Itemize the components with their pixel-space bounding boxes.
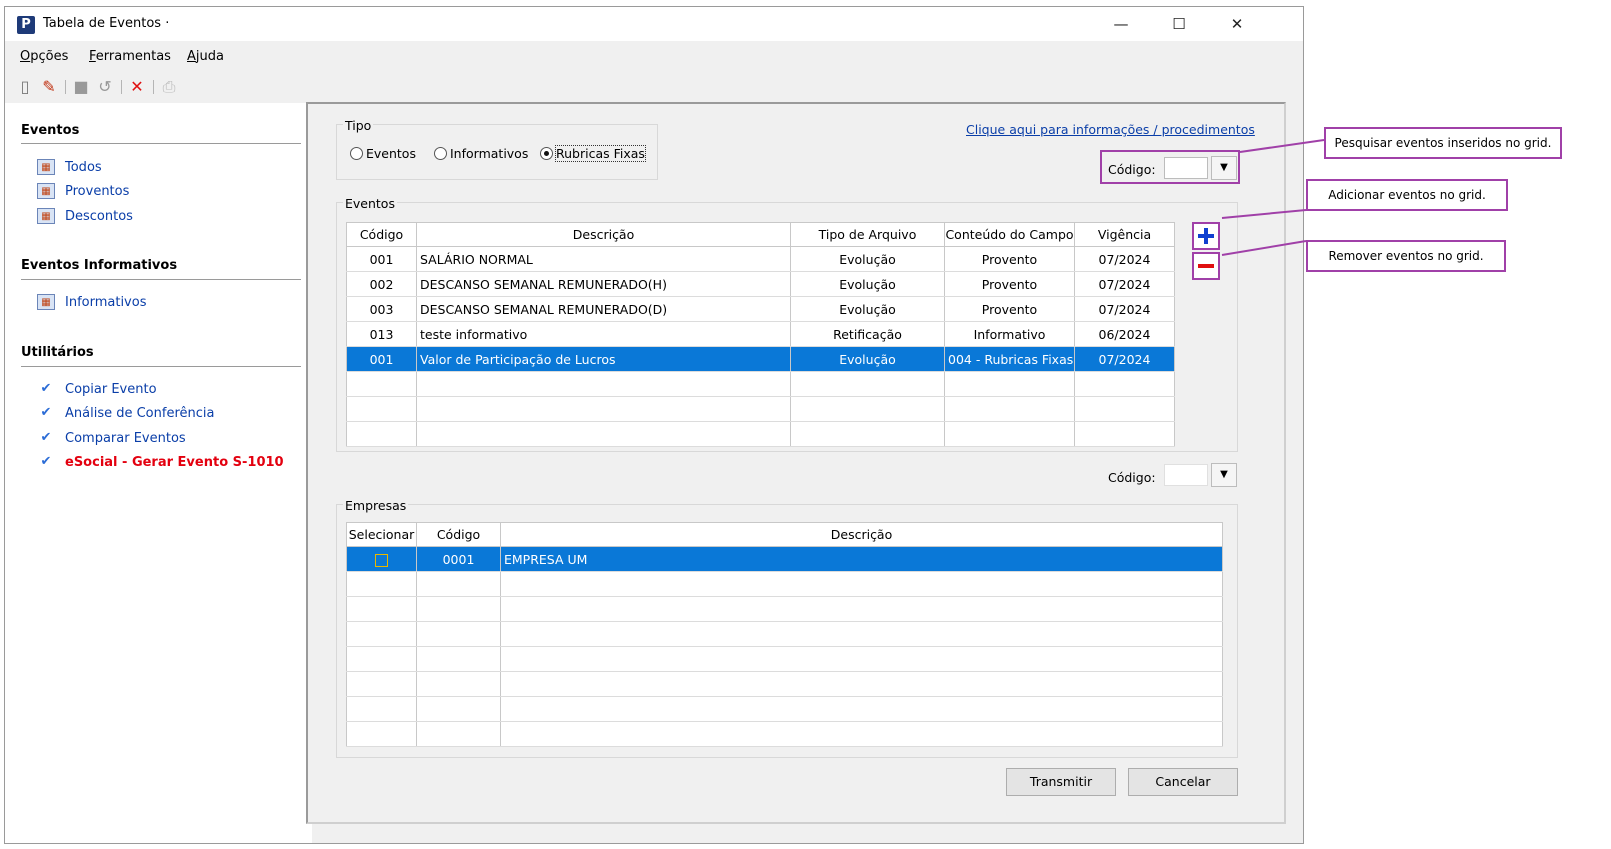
connector-pesquisar [1239,139,1325,153]
callout-pesquisar: Pesquisar eventos inseridos no grid. [1324,127,1562,159]
connector-remover [1221,240,1307,256]
callout-adicionar: Adicionar eventos no grid. [1306,179,1508,211]
callout-remover: Remover eventos no grid. [1306,240,1506,272]
connector-adicionar [1221,209,1307,219]
